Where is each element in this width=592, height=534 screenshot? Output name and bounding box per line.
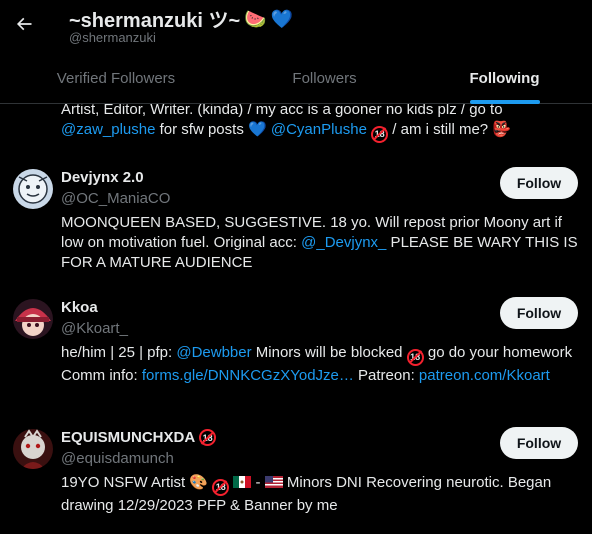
bio-text: -: [251, 474, 265, 491]
active-tab-indicator: [469, 100, 540, 104]
tab-label: Following: [469, 70, 540, 87]
user-handle[interactable]: @equisdamunch: [61, 450, 174, 467]
bio-mention-link[interactable]: @zaw_plushe: [61, 121, 155, 138]
bio-text: he/him | 25 | pfp:: [61, 344, 177, 361]
title-text: ~shermanzuki ツ~: [69, 10, 241, 32]
user-bio: he/him | 25 | pfp: @Dewbber Minors will …: [61, 343, 581, 386]
bio-text: 19YO NSFW Artist: [61, 474, 190, 491]
avatar[interactable]: [13, 169, 53, 209]
badge-text: 18: [410, 352, 421, 362]
list-item-bio-partial: Artist, Editor, Writer. (kinda) / my acc…: [61, 100, 581, 143]
arrow-left-icon: [16, 17, 32, 31]
badge-text: 18: [215, 482, 226, 492]
bio-text: Patreon:: [353, 366, 419, 384]
user-name[interactable]: EQUISMUNCHXDA 18: [61, 429, 217, 446]
bio-text: Minors will be blocked: [251, 344, 407, 361]
bio-text: for sfw posts: [155, 121, 248, 138]
user-handle[interactable]: @Kkoart_: [61, 320, 128, 337]
avatar[interactable]: [13, 299, 53, 339]
badge-text: 18: [374, 129, 385, 139]
user-handle[interactable]: @OC_ManiaCO: [61, 190, 170, 207]
profile-handle: @shermanzuki: [69, 30, 156, 45]
tab-bar: Verified Followers Followers Following: [0, 53, 592, 104]
bio-text: / am i still me?: [388, 121, 493, 138]
follow-button[interactable]: Follow: [500, 297, 578, 329]
watermelon-icon: 🍉: [244, 8, 267, 29]
follow-button[interactable]: Follow: [500, 427, 578, 459]
no-under-18-icon: 18: [212, 478, 230, 496]
profile-header: ~shermanzuki ツ~ 🍉 💙 @shermanzuki Verifie…: [0, 0, 592, 104]
blue-heart-icon: 💙: [247, 121, 267, 138]
user-name-text: Kkoa: [61, 299, 98, 316]
tab-verified-followers[interactable]: Verified Followers: [0, 53, 232, 104]
following-page: ~shermanzuki ツ~ 🍉 💙 @shermanzuki Verifie…: [0, 0, 592, 534]
user-bio: 19YO NSFW Artist 🎨 18 - Minors DNI Recov…: [61, 473, 581, 516]
tab-following[interactable]: Following: [417, 53, 592, 104]
user-name-text: Devjynx 2.0: [61, 169, 144, 186]
avatar[interactable]: [13, 429, 53, 469]
no-under-18-icon: 18: [406, 348, 424, 366]
user-name-text: EQUISMUNCHXDA: [61, 429, 196, 446]
back-button[interactable]: [8, 8, 40, 40]
no-under-18-icon: 18: [371, 125, 389, 143]
badge-text: 18: [202, 432, 213, 443]
bio-mention-link[interactable]: @CyanPlushe: [271, 121, 367, 138]
no-under-18-icon: 18: [199, 429, 217, 446]
artist-palette-icon: 🎨: [189, 474, 209, 491]
tab-label: Followers: [292, 70, 357, 87]
bio-mention-link[interactable]: @_Devjynx_: [301, 234, 386, 251]
page-title: ~shermanzuki ツ~ 🍉 💙: [69, 4, 293, 33]
bio-url-link[interactable]: forms.gle/DNNKCGzXYodJze…: [142, 367, 354, 384]
bio-mention-link[interactable]: @Dewbber: [176, 344, 251, 361]
tab-label: Verified Followers: [56, 70, 176, 87]
tab-followers[interactable]: Followers: [232, 53, 417, 104]
user-name[interactable]: Kkoa: [61, 299, 98, 316]
mexico-flag-icon: [233, 476, 252, 488]
follow-button[interactable]: Follow: [500, 167, 578, 199]
user-name[interactable]: Devjynx 2.0: [61, 169, 144, 186]
us-flag-icon: [264, 476, 283, 488]
user-bio: MOONQUEEN BASED, SUGGESTIVE. 18 yo. Will…: [61, 213, 581, 273]
blue-heart-icon: 💙: [270, 8, 294, 29]
bio-url-link[interactable]: patreon.com/Kkoart: [419, 367, 550, 384]
goblin-mask-icon: 👺: [492, 121, 511, 138]
